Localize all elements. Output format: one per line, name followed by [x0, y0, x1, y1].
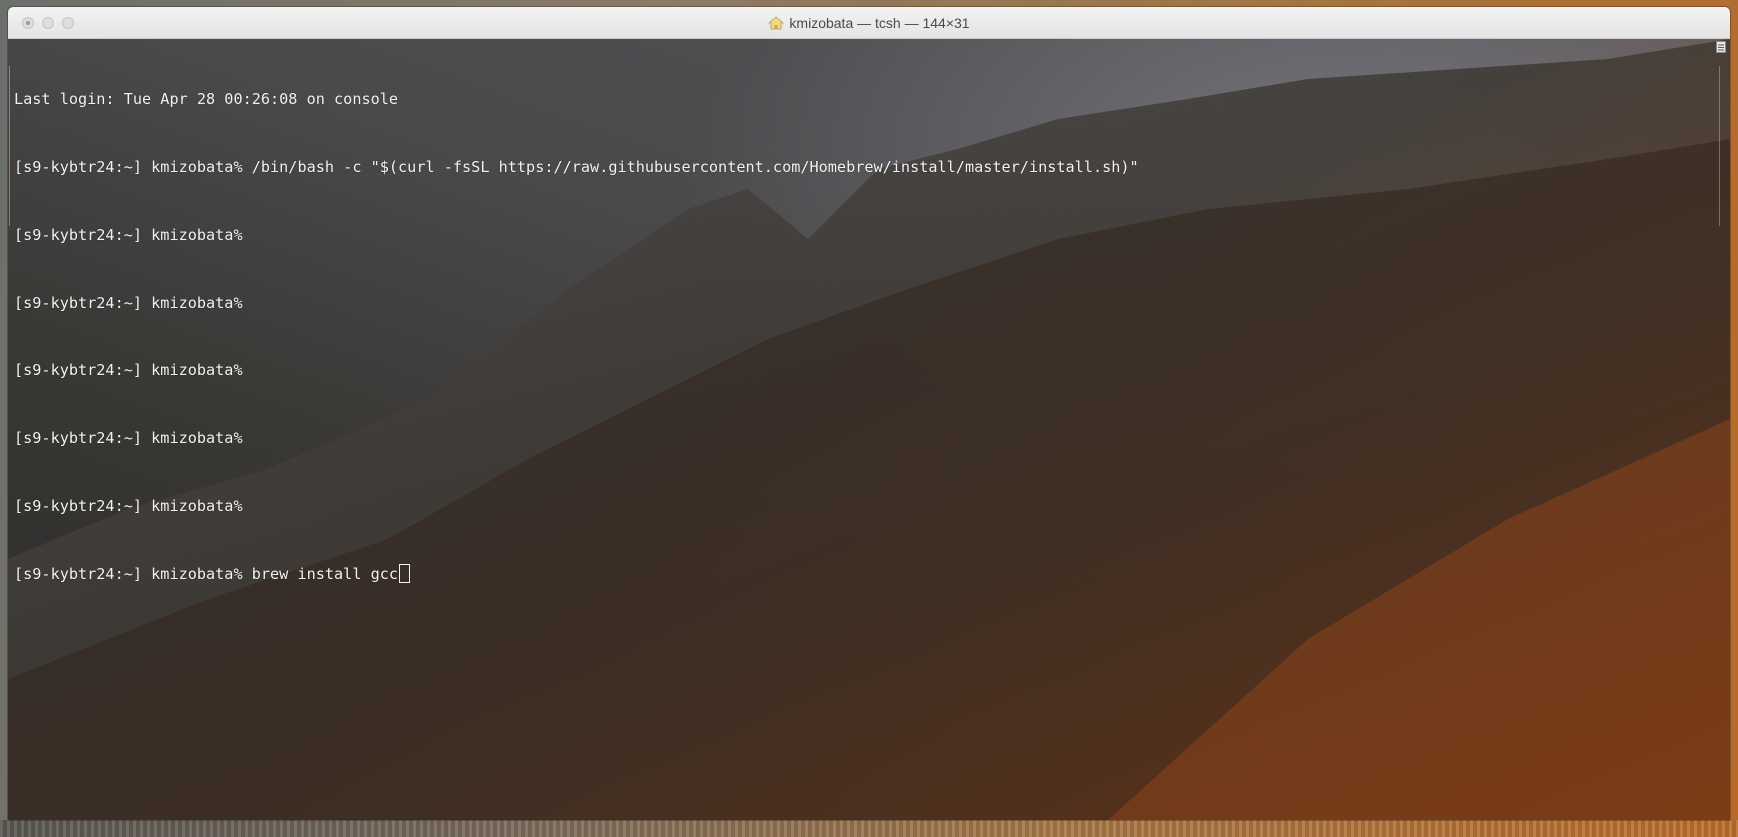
window-title-container: kmizobata — tcsh — 144×31	[8, 7, 1730, 39]
terminal-output[interactable]: Last login: Tue Apr 28 00:26:08 on conso…	[14, 43, 1139, 630]
title-bar[interactable]: kmizobata — tcsh — 144×31	[8, 7, 1730, 39]
window-title: kmizobata — tcsh — 144×31	[789, 15, 970, 31]
text-cursor	[399, 563, 411, 583]
terminal-line: [s9-kybtr24:~] kmizobata% /bin/bash -c "…	[14, 157, 1139, 176]
terminal-window: kmizobata — tcsh — 144×31 Last login: Tu…	[8, 7, 1730, 820]
terminal-line: [s9-kybtr24:~] kmizobata%	[14, 361, 243, 380]
terminal-command: [s9-kybtr24:~] kmizobata% brew install g…	[14, 564, 399, 583]
terminal-content[interactable]: Last login: Tue Apr 28 00:26:08 on conso…	[8, 39, 1730, 820]
terminal-line: [s9-kybtr24:~] kmizobata%	[14, 225, 243, 244]
terminal-line: [s9-kybtr24:~] kmizobata%	[14, 429, 243, 448]
scroll-indicator-icon[interactable]	[1716, 41, 1726, 53]
desktop: kmizobata — tcsh — 144×31 Last login: Tu…	[0, 0, 1738, 837]
terminal-line: [s9-kybtr24:~] kmizobata%	[14, 496, 243, 515]
terminal-line: [s9-kybtr24:~] kmizobata%	[14, 293, 243, 312]
desktop-wallpaper-strip	[0, 820, 1738, 837]
terminal-current-line: [s9-kybtr24:~] kmizobata% brew install g…	[14, 563, 1139, 586]
terminal-line: Last login: Tue Apr 28 00:26:08 on conso…	[14, 90, 399, 109]
line-wrap-marks	[1717, 66, 1720, 226]
command-marks	[9, 66, 13, 226]
home-icon	[768, 16, 785, 30]
